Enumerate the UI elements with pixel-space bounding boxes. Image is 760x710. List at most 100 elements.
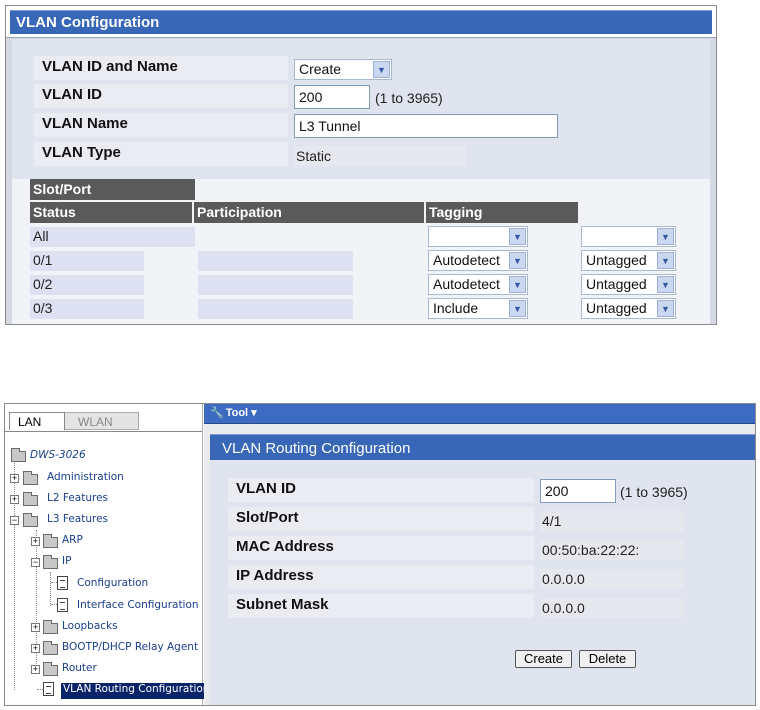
tree-item-vlan-routing-configuration[interactable]: VLAN Routing Configuration <box>61 683 212 699</box>
mac-address-label: MAC Address <box>228 536 534 560</box>
port-status-cell <box>198 275 353 295</box>
port-all-cell: All <box>30 227 195 247</box>
port-cell: 0/1 <box>30 251 144 271</box>
participation-column-header: Participation <box>194 202 424 223</box>
port-status-cell <box>198 251 353 271</box>
chevron-down-icon: ▼ <box>657 228 674 245</box>
navigation-tree: LAN WLAN DWS-3026 + Administration + L2 … <box>5 404 212 705</box>
folder-icon <box>23 471 38 485</box>
participation-all-select[interactable]: ▼ <box>428 226 528 247</box>
vlan-id-range-hint: (1 to 3965) <box>620 484 688 500</box>
toolbar: 🔧 Tool ▾ <box>204 404 755 424</box>
vlan-id-label: VLAN ID <box>228 478 534 502</box>
tree-item-administration[interactable]: Administration <box>47 471 124 487</box>
vlan-id-name-select-value: Create <box>299 61 342 77</box>
participation-value: Autodetect <box>433 276 500 292</box>
open-folder-icon <box>43 555 58 569</box>
status-column-header: Status <box>30 202 192 223</box>
port-cell: 0/3 <box>30 299 144 319</box>
vlan-id-name-label: VLAN ID and Name <box>34 56 288 80</box>
tagging-select[interactable]: Untagged ▼ <box>581 298 676 319</box>
tree-item-loopbacks[interactable]: Loopbacks <box>62 620 118 636</box>
vlan-id-range-hint: (1 to 3965) <box>375 90 443 106</box>
tree-item-router[interactable]: Router <box>62 662 97 678</box>
tree-item-interface-configuration[interactable]: Interface Configuration <box>77 599 199 615</box>
panel-title: VLAN Configuration <box>16 14 160 31</box>
tree-root[interactable]: DWS-3026 <box>30 449 86 465</box>
tab-lan[interactable]: LAN <box>9 412 65 430</box>
participation-select[interactable]: Autodetect ▼ <box>428 274 528 295</box>
panel-body: VLAN ID 200 (1 to 3965) Slot/Port 4/1 MA… <box>210 460 755 705</box>
vlan-routing-window: LAN WLAN DWS-3026 + Administration + L2 … <box>4 403 756 706</box>
tree-item-configuration[interactable]: Configuration <box>77 577 148 593</box>
tab-divider <box>5 431 202 432</box>
tool-menu-button[interactable]: 🔧 Tool ▾ <box>210 406 257 419</box>
tab-wlan[interactable]: WLAN <box>63 412 139 430</box>
mac-address-value: 00:50:ba:22:22: <box>540 540 684 560</box>
chevron-down-icon: ▼ <box>509 228 526 245</box>
panel-body: VLAN ID and Name Create ▼ VLAN ID 200 (1… <box>12 39 710 324</box>
port-cell: 0/2 <box>30 275 144 295</box>
slot-port-value: 4/1 <box>540 511 684 531</box>
ip-address-value: 0.0.0.0 <box>540 569 684 589</box>
vlan-name-input[interactable]: L3 Tunnel <box>294 114 558 138</box>
tagging-select[interactable]: Untagged ▼ <box>581 274 676 295</box>
folder-icon <box>23 492 38 506</box>
expand-icon[interactable]: + <box>10 474 19 483</box>
folder-icon <box>43 620 58 634</box>
collapse-icon[interactable]: − <box>31 558 40 567</box>
tagging-all-select[interactable]: ▼ <box>581 226 676 247</box>
document-icon <box>57 598 68 612</box>
subnet-mask-value: 0.0.0.0 <box>540 598 684 618</box>
participation-select[interactable]: Autodetect ▼ <box>428 250 528 271</box>
document-icon <box>57 576 68 590</box>
expand-icon[interactable]: + <box>31 665 40 674</box>
main-content: 🔧 Tool ▾ VLAN Routing Configuration VLAN … <box>204 404 755 705</box>
expand-icon[interactable]: + <box>31 623 40 632</box>
delete-button[interactable]: Delete <box>579 650 636 668</box>
port-table: Slot/Port Status Participation Tagging A… <box>12 179 710 324</box>
chevron-down-icon: ▼ <box>373 61 390 78</box>
tool-menu-label: Tool <box>225 407 249 419</box>
chevron-down-icon: ▼ <box>657 252 674 269</box>
open-folder-icon <box>23 513 38 527</box>
slot-port-header: Slot/Port <box>30 179 195 200</box>
panel-title: VLAN Routing Configuration <box>222 440 411 457</box>
expand-icon[interactable]: + <box>31 644 40 653</box>
folder-icon <box>43 662 58 676</box>
wrench-icon: 🔧 <box>210 407 224 419</box>
tagging-select[interactable]: Untagged ▼ <box>581 250 676 271</box>
panel-header: VLAN Configuration <box>6 6 716 38</box>
vlan-id-label: VLAN ID <box>34 84 288 108</box>
vlan-id-input[interactable]: 200 <box>540 479 616 503</box>
chevron-down-icon: ▼ <box>509 276 526 293</box>
expand-icon[interactable]: + <box>31 537 40 546</box>
title-bar: VLAN Configuration <box>10 10 712 34</box>
tree-item-l3-features[interactable]: L3 Features <box>47 513 108 529</box>
collapse-icon[interactable]: − <box>10 516 19 525</box>
tree-item-arp[interactable]: ARP <box>62 534 83 550</box>
caret-down-icon: ▾ <box>248 407 257 419</box>
create-button[interactable]: Create <box>515 650 572 668</box>
folder-icon <box>43 534 58 548</box>
chevron-down-icon: ▼ <box>657 300 674 317</box>
tagging-value: Untagged <box>586 252 647 268</box>
participation-select[interactable]: Include ▼ <box>428 298 528 319</box>
chevron-down-icon: ▼ <box>509 252 526 269</box>
vlan-name-label: VLAN Name <box>34 113 288 137</box>
title-bar: VLAN Routing Configuration <box>210 434 755 460</box>
document-icon <box>43 682 54 696</box>
vlan-type-label: VLAN Type <box>34 142 288 166</box>
vlan-id-name-select[interactable]: Create ▼ <box>294 59 392 80</box>
tree-item-bootp-dhcp-relay-agent[interactable]: BOOTP/DHCP Relay Agent <box>62 641 198 657</box>
tree-item-ip[interactable]: IP <box>62 555 71 571</box>
folder-icon <box>43 641 58 655</box>
vlan-id-input[interactable]: 200 <box>294 85 370 109</box>
tagging-column-header: Tagging <box>426 202 578 223</box>
tree-item-l2-features[interactable]: L2 Features <box>47 492 108 508</box>
chevron-down-icon: ▼ <box>657 276 674 293</box>
tagging-value: Untagged <box>586 300 647 316</box>
expand-icon[interactable]: + <box>10 495 19 504</box>
root-folder-icon <box>11 448 26 462</box>
vlan-configuration-panel: VLAN Configuration VLAN ID and Name Crea… <box>5 5 717 325</box>
